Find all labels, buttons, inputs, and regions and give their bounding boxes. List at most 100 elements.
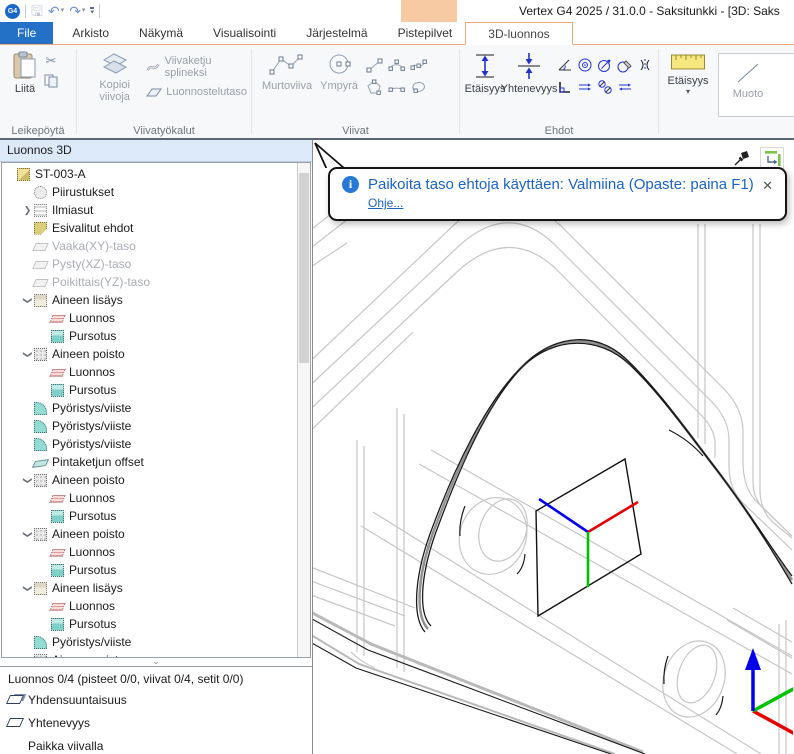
save-icon[interactable]: 🖫 (31, 4, 43, 18)
polygon-tool-icon[interactable] (364, 77, 384, 97)
closed-curve-tool-icon[interactable] (408, 77, 428, 97)
titlebar: G4 🖫 ↶▾ ↷▾ ▾ Vertex G4 2025 / 31.0.0 - S… (0, 0, 794, 22)
tree-item[interactable]: Pintaketjun offset (2, 453, 297, 471)
tree-item[interactable]: ❯Aineen poisto (2, 651, 297, 657)
customize-toolbar-icon[interactable]: ▾ (90, 7, 94, 16)
partial-button[interactable]: Oh (777, 54, 794, 116)
parallel-constraint-icon[interactable] (576, 77, 594, 97)
copy-lines-button[interactable]: Kopioi viivoja (83, 49, 146, 105)
expander-icon[interactable]: ❯ (22, 654, 33, 658)
line-tool-icon[interactable] (364, 55, 384, 75)
expander-icon[interactable]: ❯ (22, 474, 33, 487)
tree-item[interactable]: Pyöristys/viiste (2, 633, 297, 651)
perpendicular-constraint-icon[interactable] (556, 77, 574, 97)
tree-item[interactable]: ❯Ilmiasut (2, 201, 297, 219)
tree-item[interactable]: Vaaka(XY)-taso (2, 237, 297, 255)
expander-icon[interactable]: ❯ (21, 205, 34, 216)
tree-item[interactable]: Luonnos (2, 363, 297, 381)
expander-icon[interactable]: ❯ (22, 582, 33, 595)
tree-item[interactable]: Pursotus (2, 561, 297, 579)
pin-button[interactable] (730, 147, 754, 169)
measure-caret-icon[interactable]: ▾ (686, 87, 690, 96)
arc2-tool-icon[interactable] (386, 77, 406, 97)
tree-scrollbar[interactable] (297, 163, 310, 657)
reposition-view-button[interactable] (760, 147, 784, 169)
redo-icon[interactable]: ↷▾ (69, 4, 85, 18)
tree-item[interactable]: Pysty(XZ)-taso (2, 255, 297, 273)
tree-item[interactable]: Pursotus (2, 327, 297, 345)
tree-item[interactable]: Pyöristys/viiste (2, 417, 297, 435)
tree-item[interactable]: ❯Aineen lisäys (2, 579, 297, 597)
sketch-plane[interactable] (536, 459, 641, 616)
constraint-row-on-line[interactable]: Paikka viivalla (8, 734, 304, 754)
polyline-label: Murtoviiva (262, 80, 312, 92)
sketch-plane-button[interactable]: Luonnostelutaso (146, 82, 247, 102)
expander-icon[interactable]: ❯ (22, 528, 33, 541)
concentric-constraint-icon[interactable] (576, 55, 594, 75)
wireframe-canvas[interactable] (313, 140, 793, 754)
drawings-icon (34, 186, 47, 199)
tree-item[interactable]: ❯Aineen lisäys (2, 291, 297, 309)
tab-3d-luonnos[interactable]: 3D-luonnos (465, 22, 572, 45)
shape-button[interactable]: Muoto (719, 54, 777, 116)
expander-icon[interactable]: ❯ (22, 294, 33, 307)
group-label-line-tools: Viivatyökalut (77, 125, 251, 137)
tree-item[interactable]: Esivalitut ehdot (2, 219, 297, 237)
tree-item[interactable]: Pyöristys/viiste (2, 435, 297, 453)
sketch-plane-icon (146, 86, 162, 98)
paste-button[interactable]: Liitä (6, 49, 44, 97)
coincidence-constraint-button[interactable]: Yhtenevyys (504, 49, 554, 97)
diameter-constraint-icon[interactable] (596, 55, 614, 75)
tab-visualisointi[interactable]: Visualisointi (202, 22, 287, 44)
spline-tool-icon[interactable] (408, 55, 428, 75)
tree-item[interactable]: Poikittais(YZ)-taso (2, 273, 297, 291)
tree-item[interactable]: ❯Aineen poisto (2, 525, 297, 543)
tree-scrollbar-thumb[interactable] (299, 173, 309, 363)
add-icon (34, 294, 47, 307)
undo-caret-icon[interactable]: ▾ (61, 4, 65, 18)
tree-item[interactable]: Pursotus (2, 615, 297, 633)
tab-n-kym-[interactable]: Näkymä (128, 22, 194, 44)
tangent-constraint-icon[interactable] (616, 55, 634, 75)
polyline-icon (268, 51, 306, 78)
constraint-row-coincidence[interactable]: Yhtenevyys (8, 711, 304, 734)
tree-item[interactable]: Luonnos (2, 309, 297, 327)
tree-item[interactable]: Luonnos (2, 597, 297, 615)
constraint-row-parallel[interactable]: Yhdensuuntaisuus (8, 688, 304, 711)
tree-item[interactable]: Luonnos (2, 489, 297, 507)
polyline-button[interactable]: Murtoviiva (258, 49, 316, 94)
shape-label: Muoto (733, 88, 764, 100)
equal-constraint-icon[interactable] (596, 77, 614, 97)
undo-icon[interactable]: ↶▾ (48, 4, 64, 18)
tooltip-close-icon[interactable]: ✕ (762, 178, 773, 194)
tree-item[interactable]: Piirustukset (2, 183, 297, 201)
app-logo-icon[interactable]: G4 (5, 4, 20, 19)
expander-icon[interactable]: ❯ (22, 348, 33, 361)
symmetry-constraint-icon[interactable] (636, 55, 654, 75)
tree-item[interactable]: Luonnos (2, 543, 297, 561)
tree-item[interactable]: Pyöristys/viiste (2, 399, 297, 417)
angle-constraint-icon[interactable] (556, 55, 574, 75)
tree-item[interactable]: Pursotus (2, 381, 297, 399)
tree-item[interactable]: ❯Aineen poisto (2, 345, 297, 363)
cut-button[interactable]: ✂ (44, 53, 58, 69)
tab-pistepilvet[interactable]: Pistepilvet (387, 22, 464, 44)
copy-button[interactable] (44, 74, 58, 88)
panel-splitter[interactable]: ⌄ (0, 658, 312, 666)
tab-j-rjestelm-[interactable]: Järjestelmä (295, 22, 378, 44)
tree-item[interactable]: ST-003-A (2, 165, 297, 183)
coincidence-icon (514, 51, 544, 81)
tree-item[interactable]: ❯Aineen poisto (2, 471, 297, 489)
redo-caret-icon[interactable]: ▾ (82, 4, 86, 18)
opposite-arrows-constraint-icon[interactable] (616, 77, 634, 97)
tab-arkisto[interactable]: Arkisto (61, 22, 120, 44)
tab-file[interactable]: File (0, 22, 53, 44)
circle-button[interactable]: Ympyrä (316, 49, 362, 94)
measure-distance-button[interactable]: Etäisyys ▾ (665, 49, 711, 98)
3d-viewport[interactable]: i Paikoita taso ehtoja käyttäen: Valmiin… (313, 140, 794, 754)
help-link[interactable]: Ohje... (368, 196, 403, 210)
arc-tool-icon[interactable] (386, 55, 406, 75)
distance-constraint-button[interactable]: Etäisyys (466, 49, 504, 97)
chain-to-spline-button[interactable]: Viivaketju splineksi (146, 57, 247, 77)
tree-item[interactable]: Pursotus (2, 507, 297, 525)
